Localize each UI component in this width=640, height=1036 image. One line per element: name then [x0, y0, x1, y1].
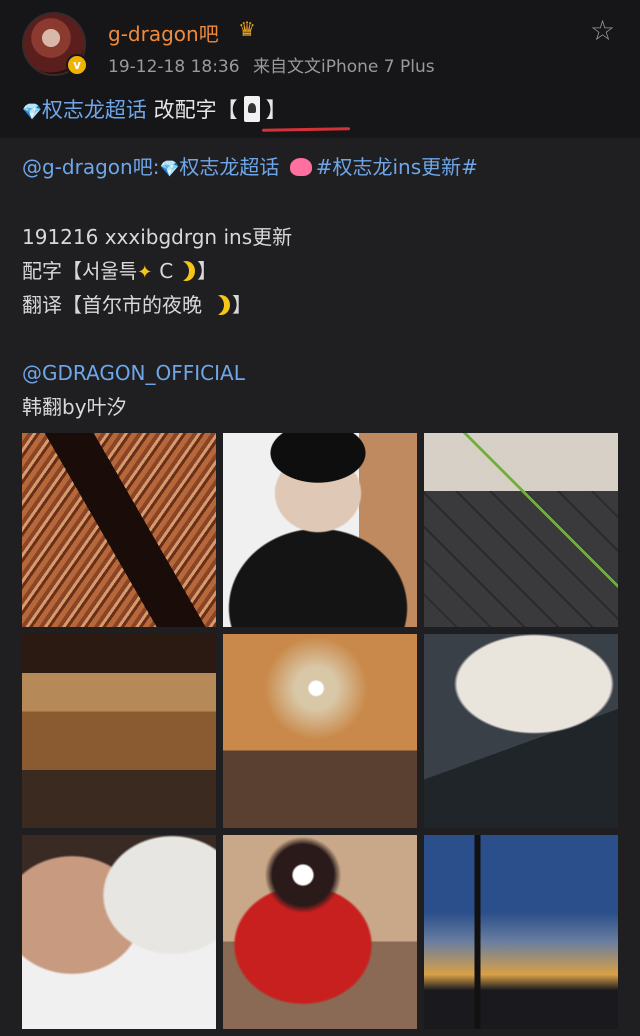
body-line-3-prefix: 翻译【首尔市的夜晚 — [22, 293, 202, 317]
photo-8[interactable] — [223, 835, 417, 1029]
diamond-icon: 💎 — [159, 159, 180, 178]
post-title: 💎权志龙超话 改配字【 】 — [22, 94, 287, 124]
topic-link[interactable]: 权志龙超话 — [42, 98, 147, 122]
photo-grid — [22, 433, 618, 1030]
body-line-3: 翻译【首尔市的夜晚 】 — [22, 288, 622, 322]
post-date: 19-12-18 18:36 — [108, 57, 240, 77]
photo-5[interactable] — [223, 634, 417, 828]
body-line-3-suffix: 】 — [232, 293, 252, 317]
body-line-2-prefix: 配字【서울특 — [22, 259, 138, 283]
username[interactable]: g-dragon吧 — [108, 18, 219, 47]
post-header: v g-dragon吧 ♛ 19-12-18 18:36 来自文文iPhone … — [0, 0, 640, 138]
mention-line: @g-dragon吧:💎权志龙超话 #权志龙ins更新# — [22, 150, 622, 186]
photo-1[interactable] — [22, 433, 216, 627]
post-body: @g-dragon吧:💎权志龙超话 #权志龙ins更新# 191216 xxxi… — [22, 150, 622, 424]
photo-4[interactable] — [22, 634, 216, 828]
mention-link[interactable]: @g-dragon吧: — [22, 155, 159, 179]
photo-7[interactable] — [22, 835, 216, 1029]
bracket-open: 【 — [216, 98, 238, 122]
post-source: 来自文文iPhone 7 Plus — [252, 57, 435, 77]
title-text: 改配字 — [153, 98, 217, 122]
crown-icon: ♛ — [238, 17, 256, 41]
body-line-2-suffix: 】 — [197, 259, 218, 283]
star-icon[interactable]: ☆ — [590, 14, 615, 47]
credit-line: 韩翻by叶汐 — [22, 395, 127, 419]
post-meta: 19-12-18 18:36 来自文文iPhone 7 Plus — [108, 52, 435, 77]
diamond-icon: 💎 — [22, 102, 42, 121]
verified-badge: v — [66, 54, 88, 76]
account-link[interactable]: @GDRAGON_OFFICIAL — [22, 361, 245, 385]
photo-6[interactable] — [424, 634, 618, 828]
topic-link[interactable]: 权志龙超话 — [179, 155, 279, 179]
joker-card-icon — [243, 96, 260, 122]
dizzy-icon: ✦ — [137, 262, 153, 283]
body-line-1: 191216 xxxibgdrgn ins更新 — [22, 225, 293, 249]
bracket-close: 】 — [265, 98, 287, 122]
photo-9[interactable] — [424, 835, 618, 1029]
heart-icon — [289, 158, 312, 176]
photo-2[interactable] — [223, 433, 417, 627]
body-line-2: 配字【서울특✦ C】 — [22, 254, 622, 288]
photo-3[interactable] — [424, 433, 618, 627]
hashtag-link[interactable]: #权志龙ins更新# — [316, 155, 478, 179]
moon-icon — [206, 295, 224, 315]
moon-icon — [171, 261, 189, 281]
red-underline — [261, 127, 351, 132]
